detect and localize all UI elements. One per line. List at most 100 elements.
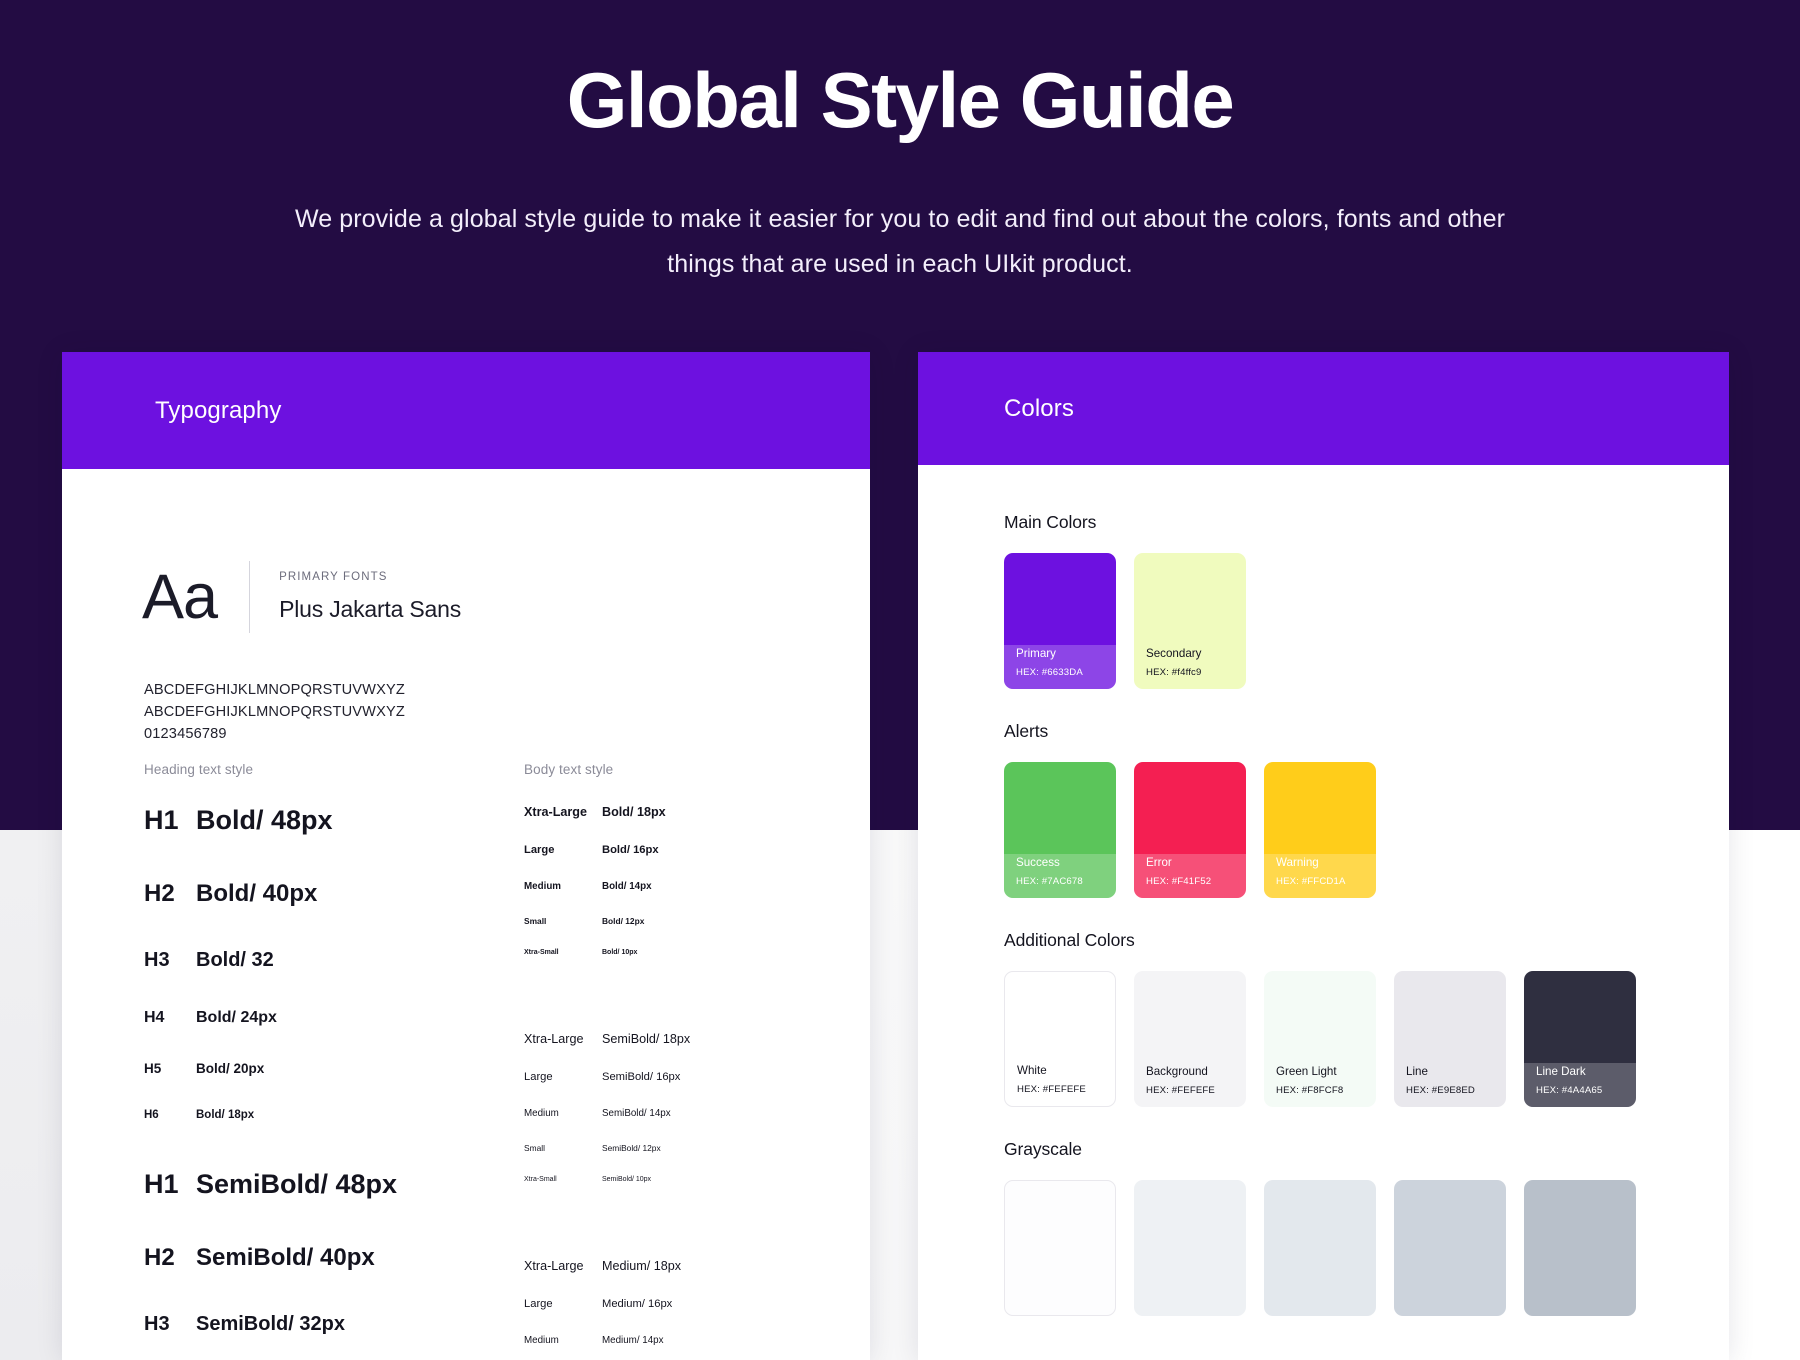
heading-scale-row: H3SemiBold/ 32px [144,1313,524,1336]
body-scale-value: Bold/ 18px [602,805,666,819]
swatch-hex-label: HEX: #F41F52 [1146,876,1234,887]
body-scale-tag: Xtra-Large [524,1259,602,1273]
color-swatch[interactable] [1134,1180,1246,1316]
body-scale-row: Xtra-SmallBold/ 10px [524,949,824,956]
heading-scale-value: Bold/ 24px [196,1009,277,1027]
page-subtitle: We provide a global style guide to make … [265,197,1535,287]
swatch-name: Line Dark [1536,1066,1624,1079]
body-text-style-column: Body text style Xtra-LargeBold/ 18pxLarg… [524,762,824,1360]
heading-scale-value: SemiBold/ 40px [196,1244,375,1272]
color-swatch[interactable]: SuccessHEX: #7AC678 [1004,762,1116,898]
color-swatch[interactable]: Error HEX: #F41F52 [1134,762,1246,898]
body-scale-value: Medium/ 18px [602,1259,681,1273]
color-section: Additional Colors WhiteHEX: #FEFEFE Backgr… [1004,930,1729,1107]
swatch-name: Line [1406,1066,1494,1079]
color-swatch[interactable]: PrimaryHEX: #6633DA [1004,553,1116,689]
heading-scale-groups: H1Bold/ 48pxH2Bold/ 40pxH3Bold/ 32H4Bold… [144,805,524,1360]
heading-scale-value: SemiBold/ 32px [196,1313,345,1336]
color-swatch[interactable]: SecondaryHEX: #f4ffc9 [1134,553,1246,689]
color-swatch[interactable]: Background HEX: #FEFEFE [1134,971,1246,1107]
color-swatch-row [1004,1180,1729,1316]
heading-scale-row: H1SemiBold/ 48px [144,1169,524,1200]
body-scale-value: Medium/ 14px [602,1335,664,1346]
color-swatch[interactable] [1004,1180,1116,1316]
body-scale-row: Xtra-SmallSemiBold/ 10px [524,1176,824,1183]
typography-panel-header: Typography [62,352,870,469]
font-glyph-sample: Aa [142,566,217,629]
color-swatch[interactable]: Green LightHEX: #F8FCF8 [1264,971,1376,1107]
swatch-name: Background [1146,1066,1234,1079]
color-swatch[interactable] [1524,1180,1636,1316]
body-scale-value: SemiBold/ 12px [602,1143,661,1153]
primary-font-name: Plus Jakarta Sans [279,596,461,623]
typography-panel: Typography Aa PRIMARY FONTS Plus Jakarta… [62,352,870,1360]
swatch-name: Green Light [1276,1066,1364,1079]
body-scale-row: MediumBold/ 14px [524,881,824,892]
heading-scale-value: Bold/ 48px [196,805,333,836]
body-scale-tag: Large [524,1071,602,1083]
alphabet-line-1: ABCDEFGHIJKLMNOPQRSTUVWXYZ [144,679,405,701]
body-scale-row: LargeMedium/ 16px [524,1298,824,1310]
heading-scale-tag: H2 [144,880,196,908]
body-scale-row: Xtra-LargeMedium/ 18px [524,1259,824,1273]
color-swatch[interactable] [1264,1180,1376,1316]
swatch-hex-label: HEX: #FEFEFE [1017,1084,1103,1095]
body-scale-tag: Medium [524,1335,602,1346]
heading-scale-tag: H2 [144,1244,196,1272]
heading-scale-row: H2SemiBold/ 40px [144,1244,524,1272]
body-column-label: Body text style [524,762,824,777]
swatch-footer: Line Dark HEX: #4A4A65 [1524,1066,1636,1107]
color-swatch-row: WhiteHEX: #FEFEFE Background HEX: #FEFEFE G… [1004,971,1729,1107]
colors-panel-title: Colors [1004,395,1074,423]
body-scale-tag: Medium [524,1108,602,1119]
style-guide-page: Global Style Guide We provide a global s… [0,0,1800,1360]
body-scale-tag: Xtra-Small [524,949,602,956]
color-swatch[interactable]: Line HEX: #E9E8ED [1394,971,1506,1107]
colors-panel-body: Main ColorsPrimaryHEX: #6633DASecondaryH… [918,465,1729,1316]
color-section-title: Additional Colors [1004,930,1729,951]
swatch-name: Warning [1276,857,1364,870]
color-swatch[interactable]: Line Dark HEX: #4A4A65 [1524,971,1636,1107]
body-scale-row: SmallSemiBold/ 12px [524,1143,824,1153]
swatch-footer: Background HEX: #FEFEFE [1134,1066,1246,1107]
heading-scale-value: Bold/ 18px [196,1109,254,1121]
heading-scale-tag: H1 [144,1169,196,1200]
body-scale-tag: Small [524,1143,602,1153]
heading-scale-row: H1Bold/ 48px [144,805,524,836]
color-swatch[interactable] [1394,1180,1506,1316]
body-scale-value: Medium/ 16px [602,1298,672,1310]
heading-scale-row: H6Bold/ 18px [144,1109,524,1121]
swatch-hex-label: HEX: #7AC678 [1016,876,1104,887]
page-title: Global Style Guide [0,60,1800,142]
heading-column-label: Heading text style [144,762,524,777]
swatch-footer: SecondaryHEX: #f4ffc9 [1134,648,1246,689]
color-section-title: Grayscale [1004,1139,1729,1160]
alphabet-line-2: ABCDEFGHIJKLMNOPQRSTUVWXYZ [144,701,405,723]
body-scale-tag: Xtra-Large [524,1032,602,1046]
body-scale-tag: Xtra-Large [524,805,602,819]
body-scale-row: SmallBold/ 12px [524,916,824,926]
swatch-hex-label: HEX: #E9E8ED [1406,1085,1494,1096]
color-swatch[interactable]: WhiteHEX: #FEFEFE [1004,971,1116,1107]
heading-scale-tag: H5 [144,1061,196,1076]
heading-scale-tag: H3 [144,949,196,972]
swatch-footer: PrimaryHEX: #6633DA [1004,648,1116,689]
swatch-name: Error [1146,857,1234,870]
typography-panel-title: Typography [155,397,281,425]
color-swatch[interactable]: WarningHEX: #FFCD1A [1264,762,1376,898]
color-section: Main ColorsPrimaryHEX: #6633DASecondaryH… [1004,512,1729,689]
numeral-line: 0123456789 [144,723,405,745]
color-swatch-row: SuccessHEX: #7AC678 Error HEX: #F41F52 Warn… [1004,762,1729,898]
color-section: AlertsSuccessHEX: #7AC678ErrorHEX: #F41F… [1004,721,1729,898]
swatch-hex-label: HEX: #f4ffc9 [1146,667,1234,678]
font-specimen: Aa PRIMARY FONTS Plus Jakarta Sans [142,561,461,633]
specimen-divider [249,561,250,633]
heading-scale-value: Bold/ 32 [196,949,274,972]
body-scale-group: Xtra-LargeSemiBold/ 18pxLargeSemiBold/ 1… [524,1032,824,1183]
swatch-footer: WarningHEX: #FFCD1A [1264,857,1376,898]
swatch-hex-label: HEX: #FEFEFE [1146,1085,1234,1096]
body-scale-row: Xtra-LargeBold/ 18px [524,805,824,819]
body-scale-value: SemiBold/ 16px [602,1071,680,1083]
swatch-hex-label: HEX: #4A4A65 [1536,1085,1624,1096]
swatch-footer: Line HEX: #E9E8ED [1394,1066,1506,1107]
